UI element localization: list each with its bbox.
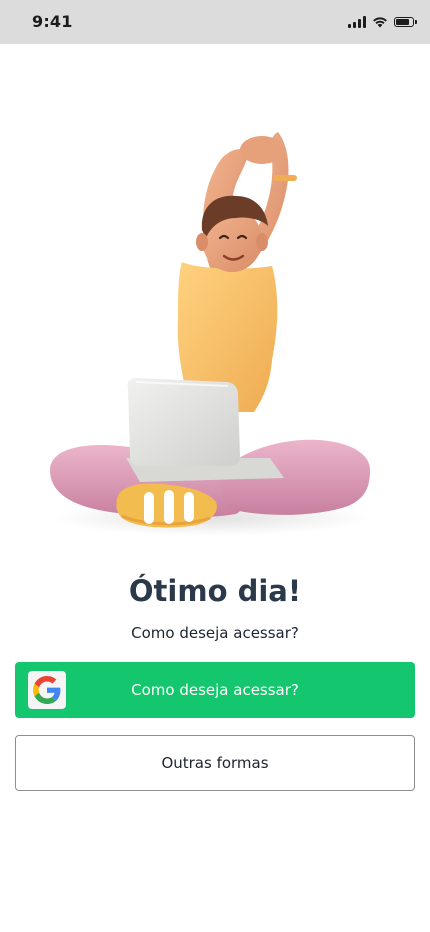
google-signin-label: Como deseja acessar?: [131, 681, 299, 699]
status-time: 9:41: [32, 12, 73, 31]
welcome-screen: 9:41 Ótimo dia! Como deseja acessar? Com…: [0, 0, 430, 932]
battery-icon: [394, 17, 417, 27]
person-stretching-with-laptop-icon: [50, 132, 370, 536]
status-icons: [348, 15, 417, 29]
status-bar: 9:41: [0, 0, 430, 44]
battery-fill: [396, 19, 409, 25]
google-signin-button[interactable]: Como deseja acessar?: [15, 662, 415, 718]
signal-icon: [348, 16, 366, 28]
other-options-button[interactable]: Outras formas: [15, 735, 415, 791]
wifi-icon: [373, 17, 387, 28]
page-subtitle: Como deseja acessar?: [131, 624, 299, 642]
page-title: Ótimo dia!: [128, 574, 302, 608]
